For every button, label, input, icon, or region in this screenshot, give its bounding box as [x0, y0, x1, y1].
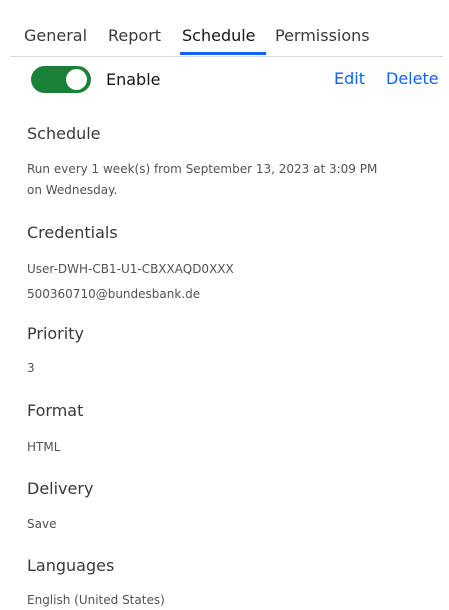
delivery-value: Save: [27, 517, 57, 531]
delete-link[interactable]: Delete: [386, 69, 439, 88]
credentials-email: 500360710@bundesbank.de: [27, 287, 201, 301]
enable-toggle[interactable]: [31, 66, 91, 93]
priority-heading: Priority: [27, 324, 84, 343]
credentials-user: User-DWH-CB1-U1-CBXXAQD0XXX: [27, 262, 234, 276]
schedule-value-line1: Run every 1 week(s) from September 13, 2…: [27, 162, 378, 176]
format-heading: Format: [27, 401, 84, 420]
tab-general[interactable]: General: [24, 26, 87, 46]
languages-value: English (United States): [27, 593, 165, 607]
tab-permissions[interactable]: Permissions: [275, 26, 370, 46]
active-tab-indicator: [180, 52, 266, 55]
priority-value: 3: [27, 361, 35, 375]
schedule-value-line2: on Wednesday.: [27, 183, 118, 197]
toggle-knob: [66, 69, 87, 90]
edit-link[interactable]: Edit: [334, 69, 365, 88]
tab-report[interactable]: Report: [108, 26, 161, 46]
schedule-heading: Schedule: [27, 124, 101, 143]
languages-heading: Languages: [27, 556, 115, 575]
format-value: HTML: [27, 440, 61, 454]
tab-schedule[interactable]: Schedule: [182, 26, 256, 46]
credentials-heading: Credentials: [27, 223, 118, 242]
delivery-heading: Delivery: [27, 479, 94, 498]
tab-bar: General Report Schedule Permissions: [10, 0, 443, 57]
enable-label: Enable: [106, 70, 161, 89]
